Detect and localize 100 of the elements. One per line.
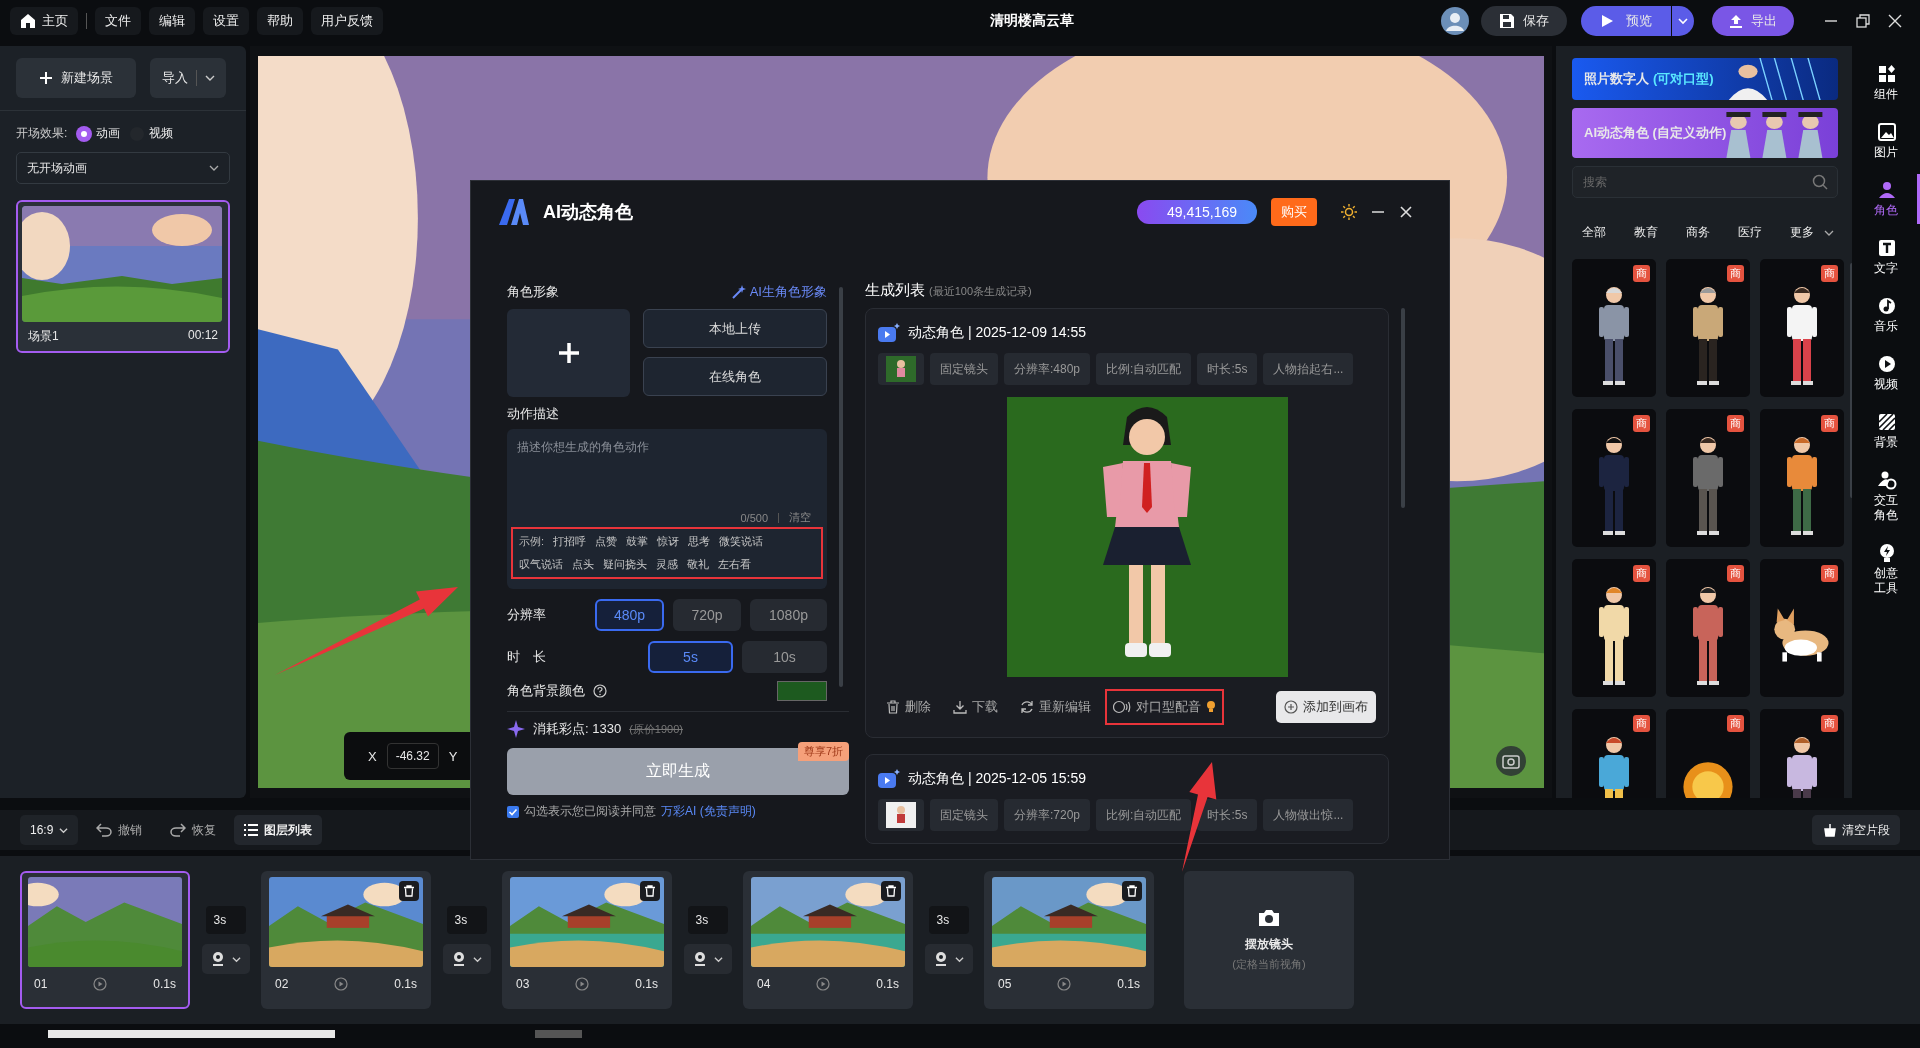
commercial-tag: 商 (1727, 415, 1744, 432)
side-nav-item[interactable]: 组件 (1856, 58, 1920, 108)
side-nav-item[interactable]: 图片 (1856, 116, 1920, 166)
close-icon[interactable] (1888, 14, 1902, 28)
restore-icon[interactable] (1856, 14, 1870, 28)
save-button[interactable]: 保存 (1481, 6, 1567, 36)
character-tile[interactable]: 商 (1666, 559, 1750, 697)
disclaimer-link[interactable]: 万彩AI (免责声明) (661, 803, 756, 820)
side-nav-item[interactable]: 角色 (1856, 174, 1920, 224)
play-icon[interactable] (93, 977, 108, 991)
aspect-ratio-dropdown[interactable]: 16:9 (20, 815, 79, 845)
category-tab[interactable]: 医疗 (1738, 224, 1762, 241)
record-tag: 人物做出惊... (1263, 799, 1354, 831)
search-field[interactable]: 搜索 (1572, 166, 1838, 198)
shot-card[interactable]: 02 0.1s (261, 871, 431, 1009)
category-tab[interactable]: 教育 (1634, 224, 1658, 241)
character-tile[interactable]: 商 (1572, 409, 1656, 547)
menu-item[interactable]: 用户反馈 (311, 7, 383, 35)
new-scene-button[interactable]: 新建场景 (16, 58, 136, 98)
clear-clips-button[interactable]: 清空片段 (1812, 815, 1900, 845)
shot-card[interactable]: 01 0.1s (20, 871, 190, 1009)
side-nav-item[interactable]: 音乐 (1856, 290, 1920, 340)
shot-card[interactable]: 05 0.1s (984, 871, 1154, 1009)
export-button[interactable]: 导出 (1712, 6, 1794, 36)
transition-duration[interactable]: 3s (928, 906, 969, 934)
character-tile[interactable]: 商 (1666, 259, 1750, 397)
scrollbar-thumb[interactable] (535, 1030, 582, 1038)
play-icon[interactable] (575, 977, 590, 991)
character-tile[interactable]: 商 (1760, 559, 1844, 697)
transition-duration[interactable]: 3s (687, 906, 728, 934)
menu-item[interactable]: 编辑 (149, 7, 195, 35)
side-nav-item[interactable]: 文字 (1856, 232, 1920, 282)
widgets-icon (1876, 64, 1897, 84)
delete-shot-button[interactable] (399, 881, 419, 901)
shot-card[interactable]: 03 0.1s (502, 871, 672, 1009)
save-icon (1499, 13, 1515, 29)
character-icon (1876, 180, 1897, 200)
video-icon (1876, 354, 1897, 374)
shot-card[interactable]: 04 0.1s (743, 871, 913, 1009)
preview-dropdown[interactable] (1672, 6, 1694, 36)
transition-button[interactable] (924, 944, 973, 974)
transition-button[interactable] (683, 944, 732, 974)
side-nav-item[interactable]: 背景 (1856, 406, 1920, 456)
side-nav-label: 音乐 (1873, 319, 1900, 334)
delete-shot-button[interactable] (640, 881, 660, 901)
music-icon (1876, 296, 1897, 316)
side-nav-item[interactable]: 视频 (1856, 348, 1920, 398)
shot-duration: 0.1s (876, 977, 899, 991)
add-camera-button[interactable]: 摆放镜头 (定格当前视角) (1184, 871, 1354, 1009)
delete-shot-button[interactable] (1122, 881, 1142, 901)
promo-banner[interactable]: 照片数字人 (可对口型) (1572, 58, 1838, 100)
side-nav-item[interactable]: 创意工具 (1856, 537, 1920, 602)
trash-icon (644, 885, 656, 897)
play-icon[interactable] (1057, 977, 1072, 991)
import-button[interactable]: 导入 (150, 58, 226, 98)
character-tile[interactable]: 商 (1760, 409, 1844, 547)
character-tile[interactable]: 商 (1760, 709, 1844, 798)
agree-checkbox[interactable] (507, 805, 519, 818)
transition-duration[interactable]: 3s (446, 906, 487, 934)
delete-shot-button[interactable] (881, 881, 901, 901)
character-tile[interactable]: 商 (1572, 259, 1656, 397)
transition-duration[interactable]: 3s (205, 906, 246, 934)
more-dropdown[interactable]: 更多 (1790, 224, 1834, 241)
menu-item[interactable]: 设置 (203, 7, 249, 35)
commercial-tag: 商 (1821, 265, 1838, 282)
menu-item[interactable]: 主页 (10, 7, 78, 35)
character-tile[interactable]: 商 (1572, 709, 1656, 798)
character-tile[interactable]: 商 (1760, 259, 1844, 397)
play-icon[interactable] (334, 977, 349, 991)
category-tab[interactable]: 全部 (1582, 224, 1606, 241)
scene-card[interactable]: 场景1 00:12 (16, 200, 230, 353)
commercial-tag: 商 (1633, 265, 1650, 282)
record-tag: 时长:5s (1197, 799, 1258, 831)
character-tile[interactable]: 商 (1572, 559, 1656, 697)
side-nav-label: 组件 (1873, 87, 1900, 102)
image-icon (1876, 122, 1897, 142)
character-tile[interactable]: 商 (1666, 709, 1750, 798)
scene-name: 场景1 (28, 328, 59, 345)
transition-button[interactable] (442, 944, 491, 974)
undo-button[interactable]: 撤销 (86, 815, 153, 845)
avatar-icon[interactable] (1441, 7, 1469, 35)
text-icon (1876, 238, 1897, 258)
layer-list-button[interactable]: 图层列表 (234, 815, 323, 845)
radio-option[interactable]: 视频 (130, 125, 174, 142)
agree-text: 勾选表示您已阅读并同意 (524, 803, 656, 820)
menu-item[interactable]: 文件 (95, 7, 141, 35)
scrollbar-thumb[interactable] (48, 1030, 335, 1038)
caret-icon (209, 163, 219, 173)
character-tile[interactable]: 商 (1666, 409, 1750, 547)
radio-option[interactable]: 动画 (77, 125, 121, 142)
play-icon[interactable] (816, 977, 831, 991)
preview-button[interactable]: 预览 (1581, 6, 1671, 36)
category-tab[interactable]: 商务 (1686, 224, 1710, 241)
transition-button[interactable] (201, 944, 250, 974)
menu-item[interactable]: 帮助 (257, 7, 303, 35)
side-nav-item[interactable]: 交互角色 (1856, 464, 1920, 529)
opening-animation-dropdown[interactable]: 无开场动画 (16, 152, 230, 184)
commercial-tag: 商 (1727, 565, 1744, 582)
side-nav-label: 背景 (1873, 435, 1900, 450)
redo-button[interactable]: 恢复 (160, 815, 227, 845)
